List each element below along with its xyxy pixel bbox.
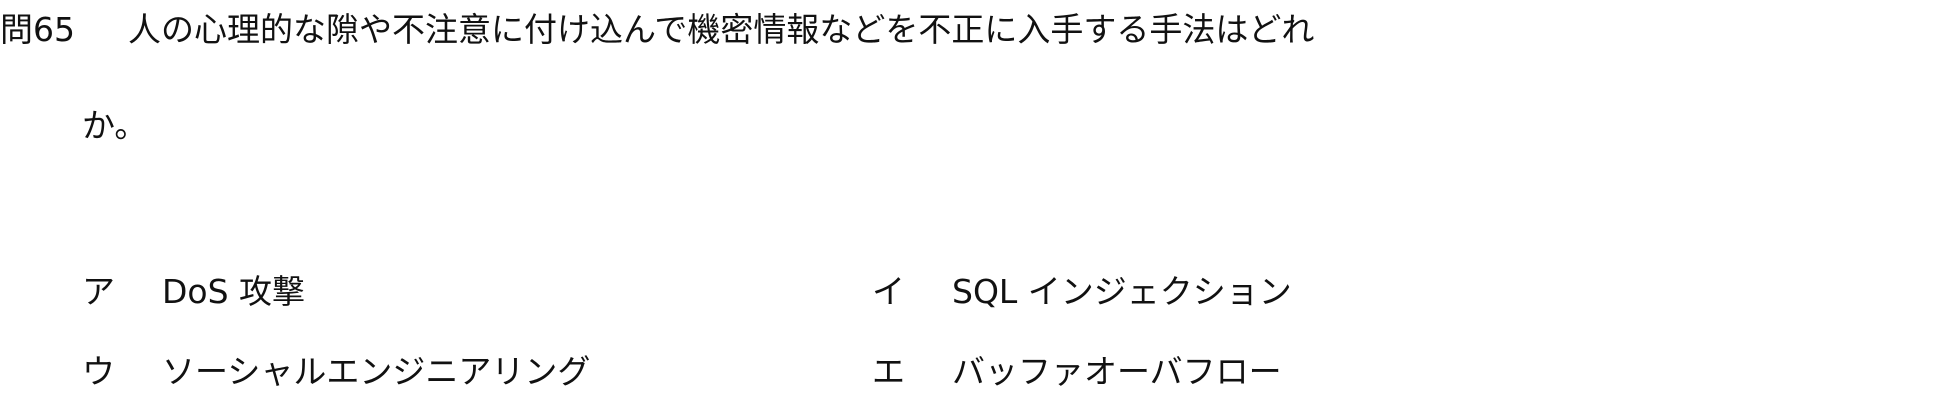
- choice-i: イ SQL インジェクション: [872, 268, 1292, 316]
- question-text-line-1: 人の心理的な隙や不注意に付け込んで機密情報などを不正に入手する手法はどれ: [128, 10, 1315, 49]
- choice-letter: ア: [82, 272, 115, 311]
- choice-letter: エ: [872, 352, 905, 391]
- choice-e: エ バッファオーバフロー: [872, 348, 1282, 396]
- choice-u: ウ ソーシャルエンジニアリング: [82, 348, 590, 396]
- choice-text: ソーシャルエンジニアリング: [162, 352, 591, 391]
- choice-letter: イ: [872, 272, 905, 311]
- exam-question: 問65 人の心理的な隙や不注意に付け込んで機密情報などを不正に入手する手法はどれ …: [0, 0, 1934, 412]
- choice-text: SQL インジェクション: [952, 272, 1292, 311]
- choice-letter: ウ: [82, 352, 115, 391]
- question-text-line-2: か。: [82, 106, 148, 145]
- question-line-1: 問65 人の心理的な隙や不注意に付け込んで機密情報などを不正に入手する手法はどれ: [0, 6, 1314, 54]
- choice-text: DoS 攻撃: [162, 272, 306, 311]
- question-number: 問65: [0, 10, 75, 49]
- choice-a: ア DoS 攻撃: [82, 268, 305, 316]
- choice-text: バッファオーバフロー: [952, 352, 1282, 391]
